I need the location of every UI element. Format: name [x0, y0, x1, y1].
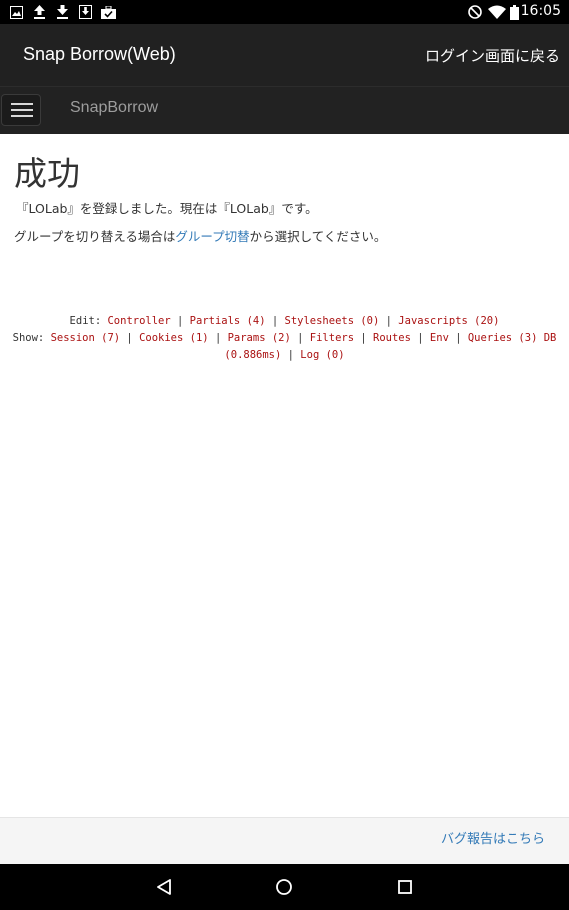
debug-log-link[interactable]: Log (0)	[300, 349, 344, 361]
back-icon[interactable]	[153, 876, 175, 898]
battery-icon	[510, 4, 519, 20]
wifi-icon	[488, 4, 506, 20]
status-bar: 16:05	[0, 0, 569, 24]
page-title: 成功	[14, 154, 80, 193]
recents-icon[interactable]	[394, 876, 416, 898]
briefcase-check-icon	[101, 4, 116, 20]
app-bar: Snap Borrow(Web) ログイン画面に戻る	[0, 24, 569, 86]
navbar: SnapBorrow	[0, 86, 569, 134]
success-message: 『LOLab』を登録しました。現在は『LOLab』です。	[16, 201, 318, 216]
group-switch-link[interactable]: グループ切替	[175, 229, 249, 244]
debug-env-link[interactable]: Env	[430, 332, 449, 344]
navbar-brand-link[interactable]: SnapBorrow	[70, 99, 158, 117]
group-switch-instruction: グループを切り替える場合はグループ切替から選択してください。	[14, 229, 387, 244]
app-title: Snap Borrow(Web)	[23, 44, 176, 64]
debug-filters-link[interactable]: Filters	[310, 332, 354, 344]
home-icon[interactable]	[273, 876, 295, 898]
debug-session-link[interactable]: Session (7)	[51, 332, 121, 344]
download-box-icon	[79, 4, 92, 20]
status-time: 16:05	[520, 3, 561, 19]
debug-cookies-link[interactable]: Cookies (1)	[139, 332, 209, 344]
debug-controller-link[interactable]: Controller	[107, 315, 170, 327]
back-to-login-button[interactable]: ログイン画面に戻る	[425, 45, 560, 66]
do-not-disturb-icon	[468, 4, 482, 20]
debug-edit-row: Edit: Controller | Partials (4) | Styles…	[69, 315, 500, 327]
download-icon	[56, 4, 69, 20]
debug-routes-link[interactable]: Routes	[373, 332, 411, 344]
debug-javascripts-link[interactable]: Javascripts (20)	[398, 315, 499, 327]
image-icon	[10, 4, 23, 20]
footer: バグ報告はこちら	[0, 817, 569, 865]
debug-show-row: Show: Session (7) | Cookies (1) | Params…	[12, 332, 557, 361]
bug-report-link[interactable]: バグ報告はこちら	[441, 828, 545, 847]
debug-partials-link[interactable]: Partials (4)	[190, 315, 266, 327]
debug-toolbar: Edit: Controller | Partials (4) | Styles…	[10, 313, 559, 364]
upload-icon	[33, 4, 46, 20]
debug-stylesheets-link[interactable]: Stylesheets (0)	[285, 315, 380, 327]
system-navigation-bar	[0, 864, 569, 910]
menu-toggle-button[interactable]	[1, 94, 41, 126]
debug-params-link[interactable]: Params (2)	[228, 332, 291, 344]
hamburger-icon	[11, 103, 33, 105]
